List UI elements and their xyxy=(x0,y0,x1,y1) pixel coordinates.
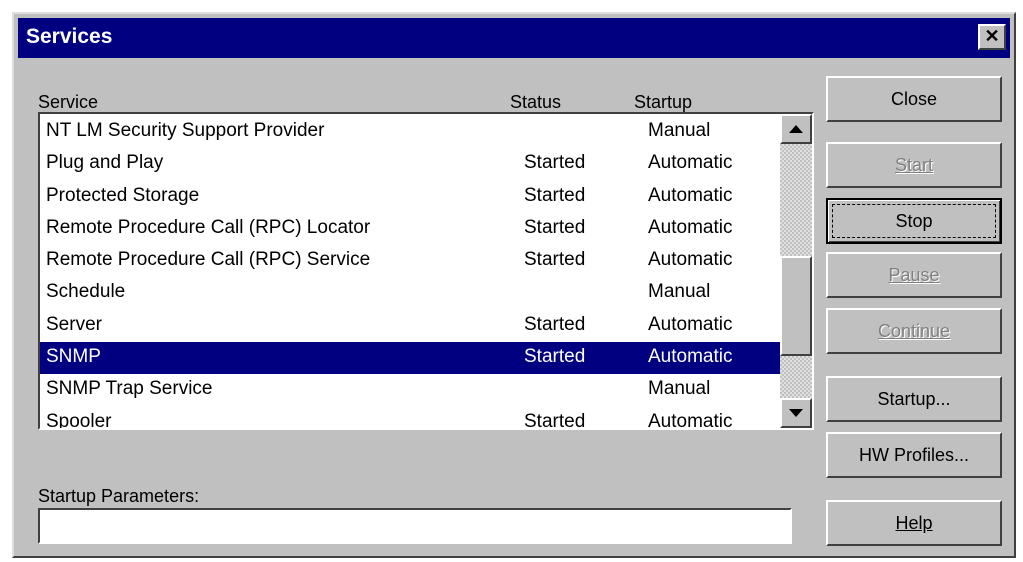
services-dialog: Services ✕ Service Status Startup NT LM … xyxy=(12,12,1016,558)
service-status: Started xyxy=(524,346,586,368)
service-startup: Automatic xyxy=(648,152,733,174)
service-row[interactable]: Server Started Automatic xyxy=(40,310,782,342)
column-header-status: Status xyxy=(510,92,562,112)
service-startup: Automatic xyxy=(648,346,733,368)
scroll-down-button[interactable] xyxy=(780,398,812,428)
startup-parameters-input[interactable] xyxy=(38,508,792,544)
service-startup: Automatic xyxy=(648,313,733,335)
service-row[interactable]: SNMP Started Automatic xyxy=(40,342,782,375)
service-row[interactable]: Protected Storage Started Automatic xyxy=(40,181,782,213)
service-name: SNMP Trap Service xyxy=(46,378,213,400)
service-startup: Automatic xyxy=(648,216,733,238)
stop-button-label: Stop xyxy=(895,211,933,231)
service-name: Remote Procedure Call (RPC) Locator xyxy=(46,216,371,238)
service-row[interactable]: Schedule Manual xyxy=(40,277,782,309)
service-row[interactable]: Spooler Started Automatic xyxy=(40,407,782,430)
service-row[interactable]: Remote Procedure Call (RPC) Locator Start… xyxy=(40,213,782,245)
service-name: Server xyxy=(46,313,102,335)
service-startup: Automatic xyxy=(648,249,733,271)
column-header-startup: Startup xyxy=(634,92,693,112)
vertical-scrollbar[interactable] xyxy=(780,114,812,428)
service-name: Protected Storage xyxy=(46,184,200,206)
service-startup: Manual xyxy=(648,120,711,141)
service-status: Started xyxy=(524,184,586,206)
service-name: Plug and Play xyxy=(46,152,164,174)
stop-button[interactable]: Stop xyxy=(826,198,1002,244)
service-startup: Automatic xyxy=(648,184,733,206)
title-bar[interactable]: Services ✕ xyxy=(18,18,1010,58)
service-status: Started xyxy=(524,216,586,238)
start-button[interactable]: Start xyxy=(826,142,1002,188)
service-row[interactable]: Plug and Play Started Automatic xyxy=(40,148,782,180)
pause-button-label: Pause xyxy=(888,265,940,285)
scroll-thumb[interactable] xyxy=(780,256,812,356)
start-button-label: Start xyxy=(894,155,933,175)
service-name: Spooler xyxy=(46,410,112,430)
arrow-up-icon xyxy=(789,125,803,133)
close-button[interactable]: Close xyxy=(826,76,1002,122)
service-name: Schedule xyxy=(46,281,126,303)
service-status: Started xyxy=(524,410,586,430)
window-title: Services xyxy=(26,25,113,48)
pause-button[interactable]: Pause xyxy=(826,252,1002,298)
continue-button-label: Continue xyxy=(877,321,951,341)
continue-button[interactable]: Continue xyxy=(826,308,1002,354)
close-icon[interactable]: ✕ xyxy=(978,24,1006,50)
service-row[interactable]: NT LM Security Support Provider Manual xyxy=(40,116,782,148)
service-name: SNMP xyxy=(46,346,101,368)
service-status: Started xyxy=(524,249,586,271)
service-name: Remote Procedure Call (RPC) Service xyxy=(46,249,371,271)
service-row[interactable]: Remote Procedure Call (RPC) Service Start… xyxy=(40,245,782,277)
service-startup: Manual xyxy=(648,281,711,303)
services-listbox[interactable]: NT LM Security Support Provider Manual Plu… xyxy=(38,112,814,430)
scroll-up-button[interactable] xyxy=(780,114,812,144)
service-name: NT LM Security Support Provider xyxy=(46,120,325,141)
service-startup: Automatic xyxy=(648,410,733,430)
service-status: Started xyxy=(524,313,586,335)
column-header-service: Service xyxy=(38,92,99,112)
service-row[interactable]: SNMP Trap Service Manual xyxy=(40,374,782,406)
services-list: NT LM Security Support Provider Manual Plu… xyxy=(40,116,782,430)
startup-parameters-label: Startup Parameters: xyxy=(38,486,200,506)
help-button[interactable]: Help xyxy=(826,500,1002,546)
arrow-down-icon xyxy=(789,409,803,417)
startup-button[interactable]: Startup... xyxy=(826,376,1002,422)
help-button-label: Help xyxy=(895,513,933,533)
service-status: Started xyxy=(524,152,586,174)
service-startup: Manual xyxy=(648,378,711,400)
hw-profiles-button[interactable]: HW Profiles... xyxy=(826,432,1002,478)
